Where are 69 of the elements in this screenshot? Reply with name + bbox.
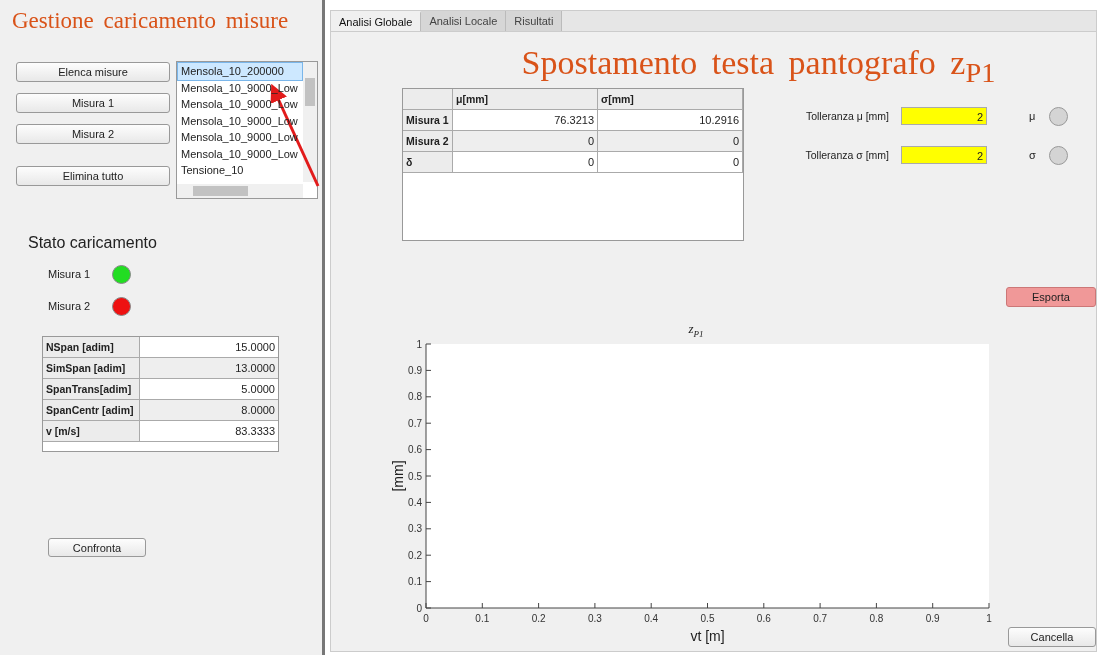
export-button[interactable]: Esporta xyxy=(1006,287,1096,307)
lamp-label: Misura 2 xyxy=(48,300,92,312)
panel-title: Gestione caricamento misure xyxy=(12,8,290,34)
tick-label: 0.1 xyxy=(475,613,490,624)
axis-label: vt [m] xyxy=(690,628,725,644)
tick-label: 0.5 xyxy=(700,613,715,624)
tick-label: 0.2 xyxy=(408,549,422,561)
tick-label: 0.8 xyxy=(408,391,422,403)
tick-label: 0.1 xyxy=(408,576,422,588)
compare-button[interactable]: Confronta xyxy=(48,538,146,557)
action-button[interactable]: Elimina tutto xyxy=(16,166,170,186)
row-header: v [m/s] xyxy=(43,421,140,442)
table-cell: 13.0000 xyxy=(140,358,278,379)
list-item[interactable]: Tensione_10 xyxy=(178,162,302,179)
axis-label: [mm] xyxy=(390,460,406,492)
cancel-button[interactable]: Cancella xyxy=(1008,627,1096,647)
tick-label: 0.8 xyxy=(869,613,884,624)
row-header: Misura 1 xyxy=(403,110,453,131)
tick-label: 0.9 xyxy=(925,613,940,624)
tick-label: 0.4 xyxy=(644,613,659,624)
list-item[interactable]: Mensola_10_200000 xyxy=(178,63,302,80)
tick-label: 0 xyxy=(416,602,422,614)
row-header: SpanTrans[adim] xyxy=(43,379,140,400)
column-header: μ[mm] xyxy=(453,89,598,110)
horizontal-scrollbar[interactable] xyxy=(177,184,303,198)
tab[interactable]: Analisi Locale xyxy=(421,11,507,31)
tab[interactable]: Risultati xyxy=(506,11,563,31)
field-label: Tolleranza σ [mm] xyxy=(804,149,889,161)
tick-label: 0.3 xyxy=(408,523,422,535)
table-cell: 0 xyxy=(453,152,598,173)
table-cell: 83.3333 xyxy=(140,421,278,442)
lamp-label: μ xyxy=(1029,110,1037,122)
tick-label: 0.6 xyxy=(408,444,422,456)
column-header: σ[mm] xyxy=(598,89,743,110)
table-cell: 0 xyxy=(453,131,598,152)
action-button[interactable]: Elenca misure xyxy=(16,62,170,82)
chart-title: z$_{P1}$ xyxy=(687,321,705,339)
table-cell: 0 xyxy=(598,152,743,173)
tick-label: 0.3 xyxy=(587,613,602,624)
header-cell xyxy=(403,89,453,110)
section-title: Stato caricamento xyxy=(28,234,158,252)
tick-label: 0.5 xyxy=(408,470,422,482)
tab[interactable]: Analisi Globale xyxy=(331,11,422,31)
tolerance-field[interactable]: 2 xyxy=(901,107,987,125)
tick-label: 1 xyxy=(986,613,992,624)
tick-label: 0.7 xyxy=(408,417,422,429)
tick-label: 0.9 xyxy=(408,364,422,376)
tick-label: 0.6 xyxy=(756,613,771,624)
lamp-label: σ xyxy=(1029,149,1037,161)
row-header: NSpan [adim] xyxy=(43,337,140,358)
lamp-label: Misura 1 xyxy=(48,268,92,280)
list-item[interactable]: Mensola_10_9000_Low xyxy=(178,145,302,162)
vertical-scrollbar[interactable] xyxy=(303,62,317,182)
row-header: SimSpan [adim] xyxy=(43,358,140,379)
row-header: δ xyxy=(403,152,453,173)
row-header: Misura 2 xyxy=(403,131,453,152)
field-label: Tolleranza μ [mm] xyxy=(804,110,889,122)
tick-label: 0.7 xyxy=(813,613,828,624)
action-button[interactable]: Misura 1 xyxy=(16,93,170,113)
tick-label: 0.2 xyxy=(531,613,546,624)
table-cell: 8.0000 xyxy=(140,400,278,421)
action-button[interactable]: Misura 2 xyxy=(16,124,170,144)
table-cell: 0 xyxy=(598,131,743,152)
tolerance-field[interactable]: 2 xyxy=(901,146,987,164)
tick-label: 0 xyxy=(423,613,429,624)
tick-label: 0.4 xyxy=(408,496,422,508)
row-header: SpanCentr [adim] xyxy=(43,400,140,421)
plot-heading: Spostamento testa pantografo z$_{P1}$ xyxy=(520,43,997,86)
tick-label: 1 xyxy=(416,338,422,350)
